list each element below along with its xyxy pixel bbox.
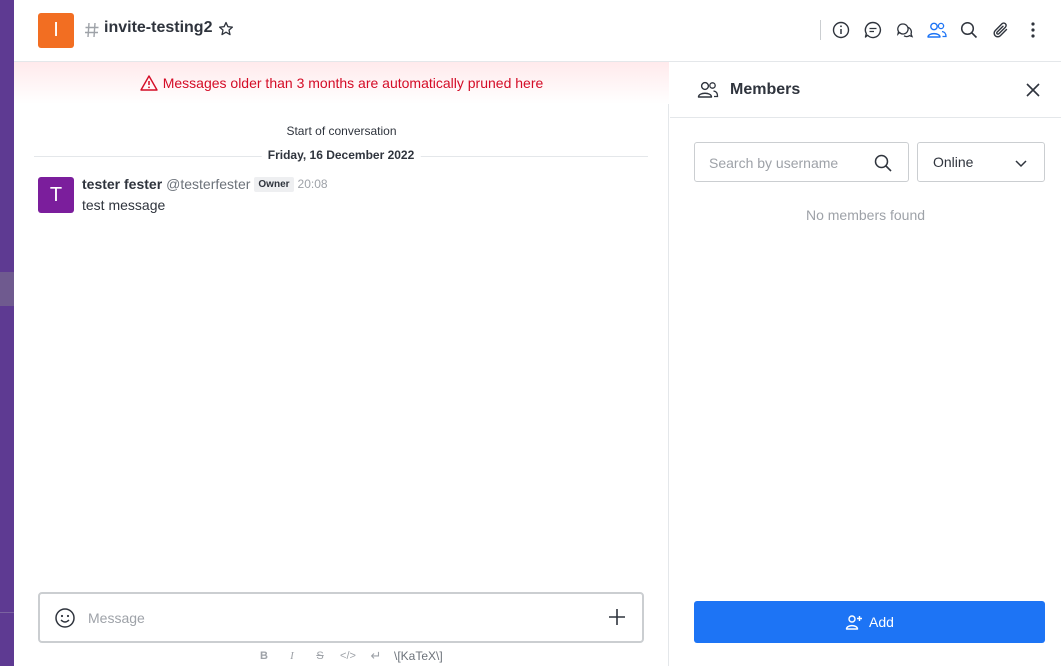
multiline-button[interactable]: ↵: [362, 648, 390, 664]
members-panel-header: Members: [670, 62, 1061, 118]
bold-button[interactable]: B: [250, 650, 278, 662]
member-search-input[interactable]: [709, 153, 869, 173]
room-info-icon[interactable]: [831, 20, 851, 40]
room-header: I invite-testing2: [14, 0, 1061, 62]
message-username[interactable]: @testerfester: [166, 176, 250, 192]
emoji-icon[interactable]: [54, 607, 76, 629]
katex-button[interactable]: \[KaTeX\]: [394, 649, 443, 663]
message-header: tester fester @testerfester Owner 20:08: [82, 176, 328, 192]
members-icon[interactable]: [927, 20, 947, 40]
add-member-button[interactable]: Add: [694, 601, 1045, 643]
warning-icon: [140, 75, 158, 91]
room-avatar[interactable]: I: [38, 13, 74, 48]
kebab-menu-icon[interactable]: [1023, 20, 1043, 40]
sidebar-selected-item[interactable]: [0, 272, 14, 306]
message-timestamp: 20:08: [297, 177, 328, 191]
files-icon[interactable]: [991, 20, 1011, 40]
room-name[interactable]: invite-testing2: [104, 19, 212, 37]
message-item[interactable]: T tester fester @testerfester Owner 20:0…: [38, 176, 638, 216]
member-search-field: [694, 142, 909, 182]
search-icon: [874, 154, 892, 172]
italic-button[interactable]: I: [278, 650, 306, 662]
chevron-down-icon: [1015, 160, 1027, 168]
header-divider: [820, 20, 821, 40]
threads-icon[interactable]: [895, 20, 915, 40]
start-of-conversation: Start of conversation: [286, 124, 397, 138]
members-panel-title: Members: [730, 81, 801, 98]
prune-warning-text: Messages older than 3 months are automat…: [162, 75, 544, 91]
prune-warning-banner: Messages older than 3 months are automat…: [14, 62, 669, 104]
channel-hash-icon: [85, 22, 99, 38]
no-members-message: No members found: [805, 207, 926, 223]
formatting-toolbar: B I S </> ↵ \[KaTeX\]: [250, 648, 443, 664]
favorite-star-icon[interactable]: [218, 21, 234, 37]
search-icon[interactable]: [959, 20, 979, 40]
message-area: Messages older than 3 months are automat…: [14, 62, 669, 666]
sidebar-divider: [0, 612, 14, 613]
code-button[interactable]: </>: [334, 650, 362, 662]
members-panel: Members Online No members found Add: [670, 62, 1061, 666]
status-filter-value: Online: [933, 154, 974, 170]
message-author[interactable]: tester fester: [82, 176, 162, 192]
members-icon: [697, 81, 719, 98]
discussion-icon[interactable]: [863, 20, 883, 40]
message-input[interactable]: [88, 606, 568, 630]
role-badge: Owner: [254, 176, 294, 192]
message-body: test message: [82, 197, 166, 213]
add-member-label: Add: [869, 614, 894, 630]
strike-button[interactable]: S: [306, 650, 334, 662]
workspace-sidebar-edge: [0, 0, 14, 666]
plus-icon[interactable]: [606, 606, 628, 628]
day-divider-label: Friday, 16 December 2022: [261, 148, 421, 162]
user-avatar[interactable]: T: [38, 177, 74, 213]
message-composer: [38, 592, 644, 643]
room-view: I invite-testing2 Messages older than 3 …: [14, 0, 1061, 666]
day-divider: Friday, 16 December 2022: [34, 148, 648, 164]
close-icon[interactable]: [1022, 79, 1044, 101]
add-user-icon: [845, 615, 863, 630]
status-filter-select[interactable]: Online: [917, 142, 1045, 182]
